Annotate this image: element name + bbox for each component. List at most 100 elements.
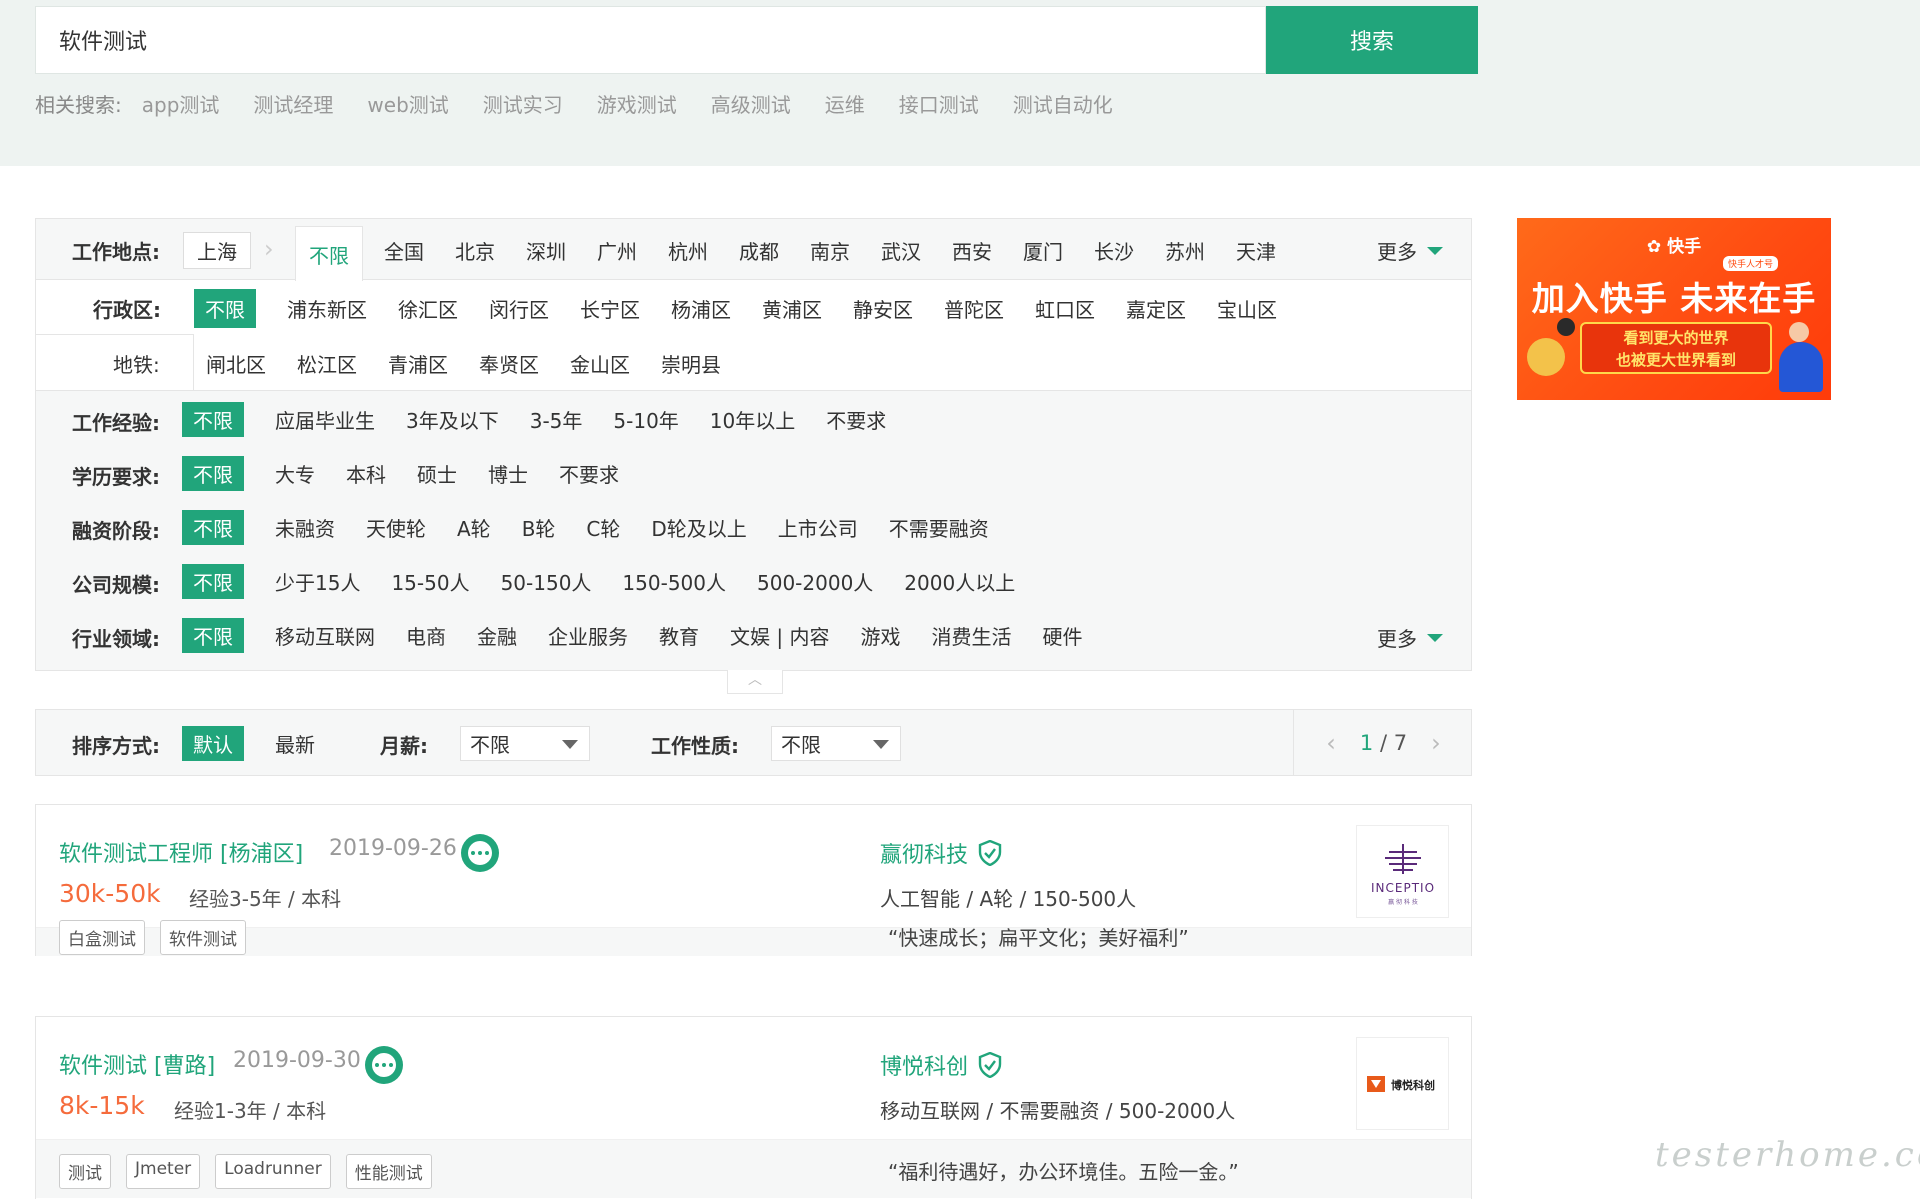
prev-page-icon[interactable]: ‹ (1326, 729, 1336, 757)
company-logo[interactable]: 博悦科创 (1356, 1037, 1449, 1130)
size-option[interactable]: 50-150人 (501, 567, 592, 596)
city-option[interactable]: 深圳 (526, 236, 566, 265)
job-tag[interactable]: 性能测试 (345, 1154, 432, 1189)
district-option[interactable]: 黄浦区 (762, 294, 822, 323)
district-option[interactable]: 崇明县 (661, 349, 721, 378)
size-option[interactable]: 15-50人 (391, 567, 469, 596)
district-option[interactable]: 奉贤区 (479, 349, 539, 378)
funding-option[interactable]: C轮 (586, 513, 620, 542)
company-logo[interactable]: INCEPTIO 赢 彻 科 技 (1356, 825, 1449, 918)
district-option[interactable]: 金山区 (570, 349, 630, 378)
city-option[interactable]: 杭州 (668, 236, 708, 265)
subway-label[interactable]: 地铁: (113, 349, 160, 378)
funding-option-selected[interactable]: 不限 (182, 510, 244, 545)
company-name[interactable]: 赢彻科技 (880, 837, 1002, 869)
education-option[interactable]: 不要求 (559, 459, 619, 488)
job-tag[interactable]: 测试 (59, 1154, 111, 1189)
job-title[interactable]: 软件测试工程师 [杨浦区] (59, 836, 303, 868)
city-option[interactable]: 厦门 (1023, 236, 1063, 265)
job-card[interactable]: 软件测试工程师 [杨浦区] 2019-09-26 30k-50k 经验3-5年 … (35, 804, 1472, 956)
funding-option[interactable]: A轮 (457, 513, 491, 542)
district-option[interactable]: 闵行区 (489, 294, 549, 323)
industry-option[interactable]: 游戏 (860, 621, 900, 650)
job-title[interactable]: 软件测试 [曹路] (59, 1048, 215, 1080)
district-option[interactable]: 长宁区 (580, 294, 640, 323)
collapse-filters-button[interactable]: ︿ (727, 670, 783, 694)
funding-option[interactable]: 不需要融资 (889, 513, 989, 542)
district-option[interactable]: 浦东新区 (287, 294, 367, 323)
city-option[interactable]: 天津 (1236, 236, 1276, 265)
experience-option[interactable]: 应届毕业生 (275, 405, 375, 434)
district-option[interactable]: 青浦区 (388, 349, 448, 378)
district-option[interactable]: 静安区 (853, 294, 913, 323)
experience-option[interactable]: 不要求 (826, 405, 886, 434)
related-link[interactable]: 接口测试 (899, 89, 979, 118)
chat-icon[interactable] (461, 834, 499, 872)
experience-option[interactable]: 10年以上 (710, 405, 795, 434)
district-option[interactable]: 徐汇区 (398, 294, 458, 323)
job-tag[interactable]: 白盒测试 (59, 920, 145, 955)
district-option[interactable]: 嘉定区 (1126, 294, 1186, 323)
city-option[interactable]: 苏州 (1165, 236, 1205, 265)
funding-option[interactable]: 未融资 (275, 513, 335, 542)
district-option[interactable]: 宝山区 (1217, 294, 1277, 323)
district-option[interactable]: 杨浦区 (671, 294, 731, 323)
location-tab-unlimited[interactable]: 不限 (295, 226, 363, 281)
city-option[interactable]: 南京 (810, 236, 850, 265)
district-option-selected[interactable]: 不限 (194, 289, 256, 328)
experience-option-selected[interactable]: 不限 (182, 402, 244, 437)
education-option[interactable]: 硕士 (417, 459, 457, 488)
job-tag[interactable]: Loadrunner (215, 1154, 331, 1189)
industry-option[interactable]: 消费生活 (931, 621, 1011, 650)
sort-latest-button[interactable]: 最新 (275, 729, 315, 758)
funding-option[interactable]: B轮 (522, 513, 556, 542)
funding-option[interactable]: D轮及以上 (651, 513, 746, 542)
related-link[interactable]: 测试实习 (483, 89, 563, 118)
city-option[interactable]: 北京 (455, 236, 495, 265)
education-option[interactable]: 博士 (488, 459, 528, 488)
job-card[interactable]: 软件测试 [曹路] 2019-09-30 8k-15k 经验1-3年 / 本科 … (35, 1016, 1472, 1199)
job-tag[interactable]: Jmeter (126, 1154, 201, 1189)
industry-option[interactable]: 教育 (659, 621, 699, 650)
size-option[interactable]: 2000人以上 (904, 567, 1015, 596)
related-link[interactable]: 运维 (825, 89, 865, 118)
salary-select[interactable]: 不限 (460, 726, 590, 761)
funding-option[interactable]: 天使轮 (366, 513, 426, 542)
city-option[interactable]: 武汉 (881, 236, 921, 265)
company-name[interactable]: 博悦科创 (880, 1049, 1002, 1081)
related-link[interactable]: app测试 (142, 89, 220, 118)
nature-select[interactable]: 不限 (771, 726, 901, 761)
chat-icon[interactable] (365, 1046, 403, 1084)
experience-option[interactable]: 3-5年 (530, 405, 583, 434)
next-page-icon[interactable]: › (1431, 729, 1441, 757)
industry-option-selected[interactable]: 不限 (182, 618, 244, 653)
city-option[interactable]: 全国 (384, 236, 424, 265)
industry-option[interactable]: 硬件 (1042, 621, 1082, 650)
location-more-button[interactable]: 更多 (1377, 236, 1443, 265)
related-link[interactable]: 高级测试 (711, 89, 791, 118)
industry-option[interactable]: 文娱 | 内容 (730, 621, 829, 650)
size-option-selected[interactable]: 不限 (182, 564, 244, 599)
size-option[interactable]: 少于15人 (275, 567, 360, 596)
city-option[interactable]: 广州 (597, 236, 637, 265)
related-link[interactable]: 测试自动化 (1013, 89, 1113, 118)
education-option-selected[interactable]: 不限 (182, 456, 244, 491)
job-tag[interactable]: 软件测试 (160, 920, 246, 955)
ad-banner[interactable]: ✿ 快手 快手人才号 加入快手 未来在手 看到更大的世界 也被更大世界看到 (1517, 218, 1831, 400)
education-option[interactable]: 本科 (346, 459, 386, 488)
industry-option[interactable]: 企业服务 (548, 621, 628, 650)
experience-option[interactable]: 5-10年 (613, 405, 678, 434)
related-link[interactable]: 测试经理 (253, 89, 333, 118)
city-option[interactable]: 成都 (739, 236, 779, 265)
city-option[interactable]: 西安 (952, 236, 992, 265)
industry-more-button[interactable]: 更多 (1377, 623, 1443, 652)
city-option[interactable]: 长沙 (1094, 236, 1134, 265)
industry-option[interactable]: 移动互联网 (275, 621, 375, 650)
related-link[interactable]: 游戏测试 (597, 89, 677, 118)
search-button[interactable]: 搜索 (1266, 6, 1478, 74)
size-option[interactable]: 150-500人 (622, 567, 726, 596)
experience-option[interactable]: 3年及以下 (406, 405, 499, 434)
district-option[interactable]: 松江区 (297, 349, 357, 378)
industry-option[interactable]: 金融 (477, 621, 517, 650)
district-option[interactable]: 普陀区 (944, 294, 1004, 323)
